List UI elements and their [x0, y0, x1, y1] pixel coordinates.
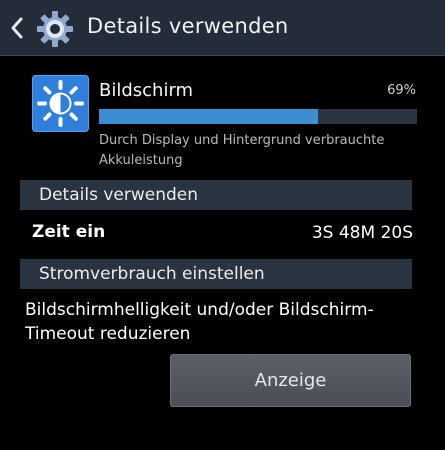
display-settings-button[interactable]: Anzeige — [170, 354, 411, 407]
action-bar: Details verwenden — [0, 0, 445, 56]
usage-description: Durch Display und Hintergrund verbraucht… — [99, 133, 385, 168]
usage-progress-fill — [99, 109, 319, 124]
usage-percent: 69% — [387, 83, 416, 98]
time-on-label: Zeit ein — [32, 222, 106, 242]
power-saving-hint: Bildschirmhelligkeit und/oder Bildschirm… — [25, 300, 374, 344]
page-title: Details verwenden — [87, 14, 289, 38]
brightness-icon — [32, 75, 89, 132]
usage-item-bildschirm: Bildschirm 69% Durch Display und Hinterg… — [0, 66, 445, 176]
usage-progress-bar — [99, 109, 417, 124]
section-header-details: Details verwenden — [20, 180, 412, 210]
section-header-power: Stromverbrauch einstellen — [20, 259, 412, 289]
usage-name: Bildschirm — [99, 80, 194, 101]
time-on-value: 3S 48M 20S — [311, 223, 413, 243]
back-arrow-icon[interactable] — [10, 17, 24, 39]
settings-gear-icon[interactable] — [36, 10, 74, 48]
